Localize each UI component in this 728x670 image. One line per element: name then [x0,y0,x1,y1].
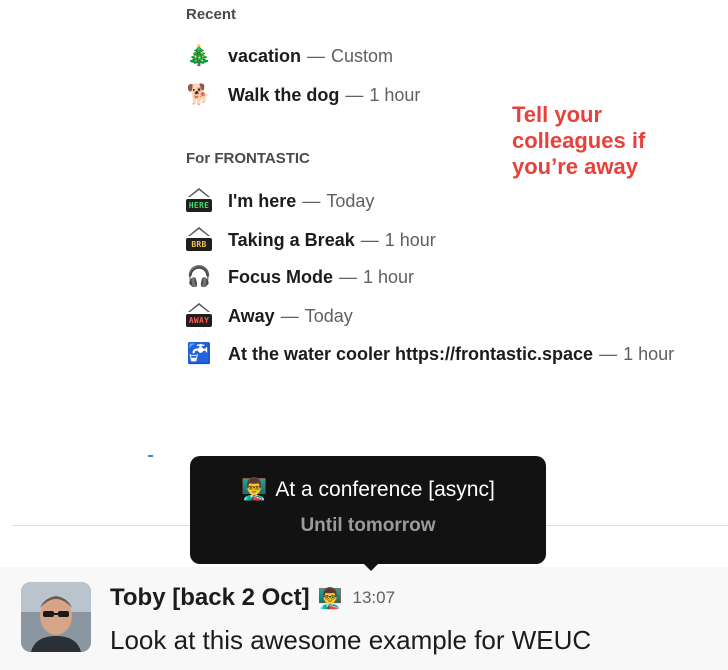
status-dash: — [360,229,379,250]
tooltip-title: At a conference [async] [275,478,495,501]
status-option-im-here[interactable]: HERE I'm here — Today [186,186,374,216]
status-option-vacation[interactable]: 🎄 vacation — Custom [186,41,394,71]
status-duration: 1 hour [363,266,415,287]
status-option-away[interactable]: AWAY Away — Today [186,301,353,331]
status-option-walk-the-dog[interactable]: 🐕 Walk the dog — 1 hour [186,80,421,110]
status-option-taking-a-break[interactable]: BRB Taking a Break — 1 hour [186,225,436,255]
status-duration: 1 hour [384,229,436,250]
recent-heading: Recent [186,6,237,23]
avatar[interactable] [21,582,91,652]
water-cooler-icon: 🚰 [186,343,212,365]
tooltip-arrow [360,560,382,571]
status-dash: — [345,84,364,105]
cursor-mark [148,455,153,457]
christmas-tree-icon: 🎄 [186,45,212,67]
status-name: At the water cooler https://frontastic.s… [228,343,594,364]
headphones-icon: 🎧 [186,266,212,288]
dog-icon: 🐕 [186,84,212,106]
status-name: Focus Mode [228,266,334,287]
message-author-line: Toby [back 2 Oct] 👨‍🏫 13:07 [110,584,395,612]
away-sign-icon: AWAY [186,303,212,329]
message-timestamp[interactable]: 13:07 [353,588,396,608]
status-duration: 1 hour [623,343,675,364]
status-name: I'm here [228,190,297,211]
status-name: Walk the dog [228,84,340,105]
message-author[interactable]: Toby [back 2 Oct] [110,584,310,612]
status-tooltip [190,456,546,564]
annotation-callout: Tell your colleagues if you’re away [512,102,646,179]
tooltip-subtitle: Until tomorrow [300,515,436,536]
status-duration: Today [304,305,353,326]
status-duration: 1 hour [369,84,421,105]
brb-sign-icon: BRB [186,227,212,253]
message-text: Look at this awesome example for WEUC [110,625,592,655]
status-duration: Custom [331,45,394,66]
status-dash: — [599,343,618,364]
status-name: Taking a Break [228,229,355,250]
here-sign-icon: HERE [186,188,212,214]
status-dash: — [302,190,321,211]
status-option-water-cooler[interactable]: 🚰 At the water cooler https://frontastic… [186,339,675,369]
status-dash: — [307,45,326,66]
status-option-focus-mode[interactable]: 🎧 Focus Mode — 1 hour [186,262,415,292]
status-dash: — [339,266,358,287]
teacher-icon[interactable]: 👨‍🏫 [318,586,343,611]
workspace-heading: For FRONTASTIC [186,150,310,167]
status-duration: Today [326,190,375,211]
tooltip-title-line: 👨‍🏫 At a conference [async] [190,478,546,502]
status-name: Away [228,305,275,326]
status-name: vacation [228,45,302,66]
teacher-icon: 👨‍🏫 [241,478,268,501]
status-dash: — [280,305,299,326]
